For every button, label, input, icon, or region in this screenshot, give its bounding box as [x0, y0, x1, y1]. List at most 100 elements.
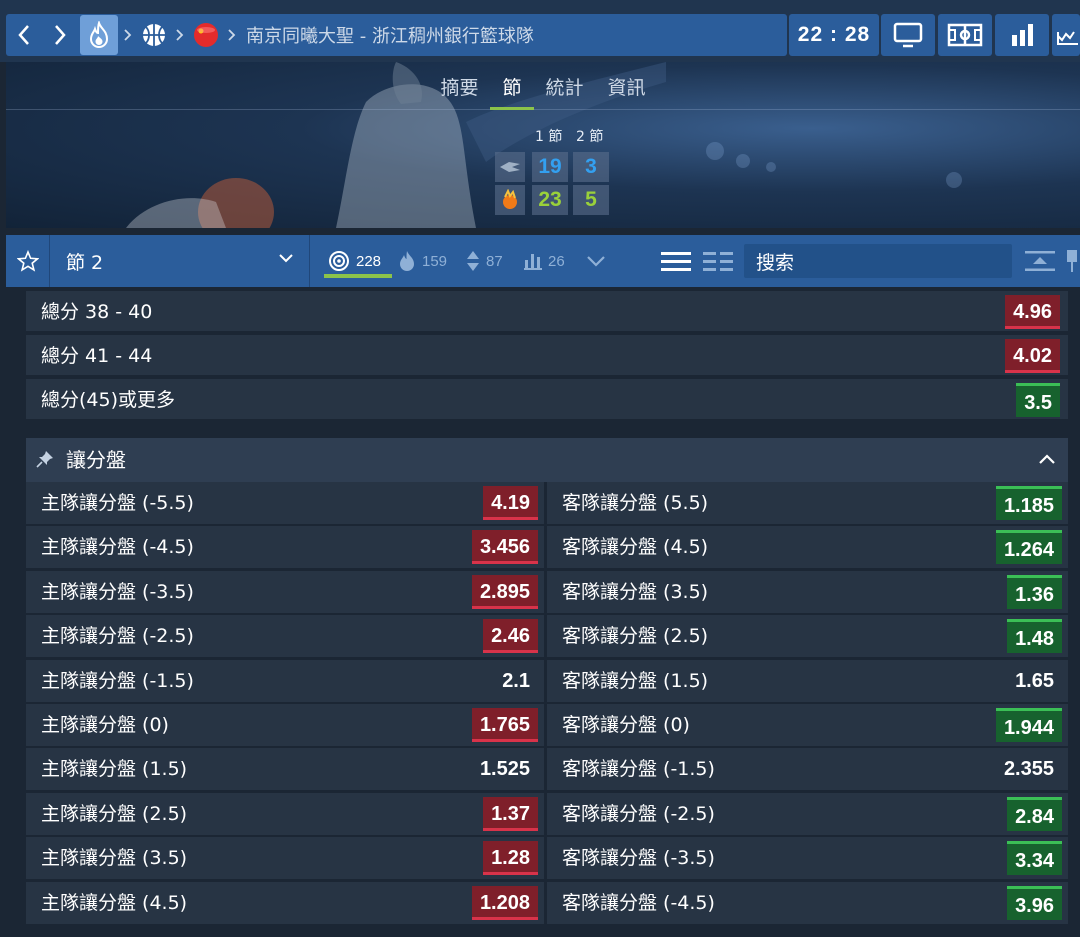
odds-button[interactable]: 1.525 [472, 752, 538, 786]
stadium-light [706, 142, 724, 160]
period-select-value: 節 2 [66, 251, 104, 274]
tab-info[interactable]: 資訊 [596, 62, 658, 110]
selection-label: 總分 38 - 40 [41, 301, 153, 323]
odds-button[interactable]: 4.96 [1005, 295, 1060, 329]
period-select[interactable]: 節 2 [52, 235, 310, 287]
back-icon[interactable] [6, 14, 42, 56]
home-score-period-1: 19 [532, 152, 568, 182]
tv-icon[interactable] [881, 14, 935, 56]
expand-filters-chevron-icon[interactable] [586, 235, 606, 287]
away-handicap-row[interactable]: 客隊讓分盤 (-1.5) 2.355 [547, 748, 1068, 790]
filter-all[interactable]: 228 [328, 235, 381, 287]
pin-icon[interactable] [1062, 235, 1080, 287]
selection-label: 主隊讓分盤 (2.5) [41, 803, 188, 825]
away-handicap-row[interactable]: 客隊讓分盤 (1.5) 1.65 [547, 660, 1068, 702]
away-handicap-row[interactable]: 客隊讓分盤 (0) 1.944 [547, 704, 1068, 746]
game-clock: 22 : 28 [789, 14, 879, 56]
selection-label: 客隊讓分盤 (-3.5) [562, 847, 715, 869]
away-handicap-row[interactable]: 客隊讓分盤 (3.5) 1.36 [547, 571, 1068, 613]
tab-stats[interactable]: 統計 [534, 62, 596, 110]
home-handicap-row[interactable]: 主隊讓分盤 (-2.5) 2.46 [26, 615, 544, 657]
away-score-period-2: 5 [573, 185, 609, 215]
chevron-down-icon [279, 254, 293, 263]
market-row[interactable]: 總分 41 - 44 4.02 [26, 335, 1068, 377]
search-placeholder: 搜索 [756, 251, 795, 274]
forward-icon[interactable] [42, 14, 78, 56]
odds-button[interactable]: 1.765 [471, 708, 538, 742]
match-title: 南京同曦大聖 - 浙江稠州銀行籃球隊 [246, 26, 534, 47]
lineup-icon[interactable] [1052, 14, 1080, 56]
odds-button[interactable]: 1.28 [483, 841, 538, 875]
odds-button[interactable]: 2.895 [471, 575, 538, 609]
selection-label: 客隊讓分盤 (-1.5) [562, 758, 715, 780]
china-flag-icon[interactable] [190, 14, 222, 56]
home-handicap-row[interactable]: 主隊讓分盤 (-3.5) 2.895 [26, 571, 544, 613]
odds-button[interactable]: 3.96 [1007, 886, 1062, 920]
grid-view-icon[interactable] [698, 235, 738, 287]
odds-button[interactable]: 1.185 [995, 486, 1062, 520]
home-handicap-row[interactable]: 主隊讓分盤 (-4.5) 3.456 [26, 526, 544, 568]
section-title: 讓分盤 [66, 448, 126, 472]
home-handicap-row[interactable]: 主隊讓分盤 (-5.5) 4.19 [26, 482, 544, 524]
chevron-up-icon[interactable] [1038, 451, 1056, 469]
odds-button[interactable]: 3.5 [1016, 383, 1060, 417]
away-handicap-row[interactable]: 客隊讓分盤 (4.5) 1.264 [547, 526, 1068, 568]
odds-button[interactable]: 1.65 [1007, 664, 1062, 698]
odds-button[interactable]: 3.34 [1007, 841, 1062, 875]
odds-button[interactable]: 2.1 [494, 664, 538, 698]
odds-button[interactable]: 2.84 [1007, 797, 1062, 831]
odds-button[interactable]: 4.02 [1005, 339, 1060, 373]
stats-icon[interactable] [995, 14, 1049, 56]
match-hero: 摘要 節 統計 資訊 1 節 2 節 19 3 23 5 [6, 62, 1080, 228]
breadcrumb: 南京同曦大聖 - 浙江稠州銀行籃球隊 [6, 14, 787, 56]
favorite-star-icon[interactable] [6, 235, 50, 287]
market-row[interactable]: 總分 38 - 40 4.96 [26, 291, 1068, 333]
odds-button[interactable]: 1.37 [483, 797, 538, 831]
selection-label: 主隊讓分盤 (0) [41, 714, 169, 736]
selection-label: 主隊讓分盤 (-3.5) [41, 581, 194, 603]
field-icon[interactable] [938, 14, 992, 56]
odds-button[interactable]: 2.355 [996, 752, 1062, 786]
selection-label: 總分 41 - 44 [41, 345, 153, 367]
selection-label: 主隊讓分盤 (-5.5) [41, 492, 194, 514]
home-handicap-row[interactable]: 主隊讓分盤 (-1.5) 2.1 [26, 660, 544, 702]
list-view-icon[interactable] [656, 235, 696, 287]
filter-bars[interactable]: 26 [524, 235, 565, 287]
active-filter-underline [324, 274, 392, 278]
search-input[interactable]: 搜索 [744, 244, 1012, 278]
away-handicap-row[interactable]: 客隊讓分盤 (-4.5) 3.96 [547, 882, 1068, 924]
odds-button[interactable]: 1.48 [1007, 619, 1062, 653]
away-handicap-row[interactable]: 客隊讓分盤 (5.5) 1.185 [547, 482, 1068, 524]
tab-summary[interactable]: 摘要 [428, 62, 490, 110]
basketball-icon[interactable] [138, 14, 170, 56]
market-row[interactable]: 總分(45)或更多 3.5 [26, 379, 1068, 421]
target-icon [329, 251, 349, 271]
home-handicap-row[interactable]: 主隊讓分盤 (2.5) 1.37 [26, 793, 544, 835]
handicap-section-header[interactable]: 讓分盤 [26, 438, 1068, 482]
odds-button[interactable]: 1.944 [995, 708, 1062, 742]
odds-button[interactable]: 1.264 [995, 530, 1062, 564]
collapse-all-icon[interactable] [1020, 235, 1060, 287]
fire-icon[interactable] [80, 15, 118, 55]
away-handicap-row[interactable]: 客隊讓分盤 (2.5) 1.48 [547, 615, 1068, 657]
odds-button[interactable]: 3.456 [471, 530, 538, 564]
tab-period[interactable]: 節 [490, 62, 534, 110]
home-handicap-row[interactable]: 主隊讓分盤 (3.5) 1.28 [26, 837, 544, 879]
odds-button[interactable]: 2.46 [483, 619, 538, 653]
away-handicap-row[interactable]: 客隊讓分盤 (-2.5) 2.84 [547, 793, 1068, 835]
hero-tabs: 摘要 節 統計 資訊 [6, 62, 1080, 110]
away-score-period-1: 23 [532, 185, 568, 215]
selection-label: 客隊讓分盤 (-4.5) [562, 892, 715, 914]
filter-updown[interactable]: 87 [466, 235, 503, 287]
home-handicap-row[interactable]: 主隊讓分盤 (4.5) 1.208 [26, 882, 544, 924]
away-handicap-row[interactable]: 客隊讓分盤 (-3.5) 3.34 [547, 837, 1068, 879]
pin-icon[interactable] [36, 450, 54, 468]
odds-button[interactable]: 1.208 [471, 886, 538, 920]
odds-button[interactable]: 1.36 [1007, 575, 1062, 609]
filter-hot[interactable]: 159 [398, 235, 447, 287]
bars-icon [524, 254, 542, 270]
home-handicap-row[interactable]: 主隊讓分盤 (1.5) 1.525 [26, 748, 544, 790]
odds-button[interactable]: 4.19 [483, 486, 538, 520]
stadium-light [946, 172, 962, 188]
home-handicap-row[interactable]: 主隊讓分盤 (0) 1.765 [26, 704, 544, 746]
